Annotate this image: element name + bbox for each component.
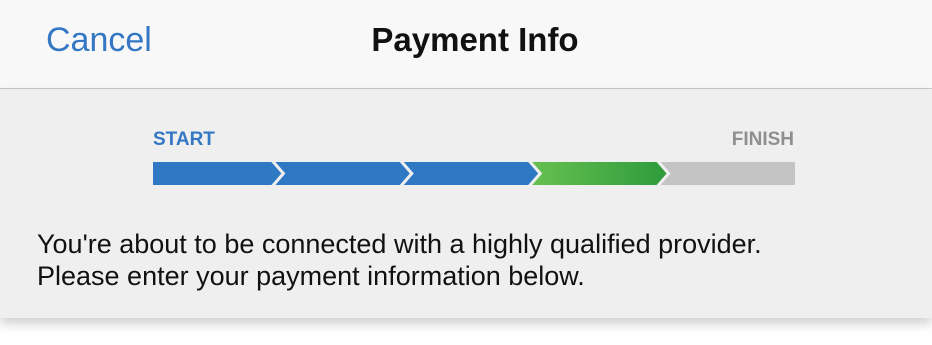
- progress-step-1: [153, 162, 282, 185]
- payment-info-header-panel: START FINISH You're about to be connecte…: [0, 89, 932, 318]
- progress-step-5: [660, 162, 795, 185]
- page-title: Payment Info: [371, 21, 579, 58]
- navigation-bar: Cancel Payment Info: [0, 0, 932, 89]
- message-line-1: You're about to be connected with a high…: [37, 229, 762, 259]
- progress-start-label: START: [153, 129, 215, 150]
- progress-step-2: [275, 162, 410, 185]
- progress-step-4: [532, 162, 667, 185]
- progress-finish-label: FINISH: [731, 129, 794, 150]
- step-progress-bar: [153, 162, 795, 185]
- payment-intro-message: You're about to be connected with a high…: [37, 228, 917, 292]
- progress-step-3: [403, 162, 539, 185]
- message-line-2: Please enter your payment information be…: [37, 261, 585, 291]
